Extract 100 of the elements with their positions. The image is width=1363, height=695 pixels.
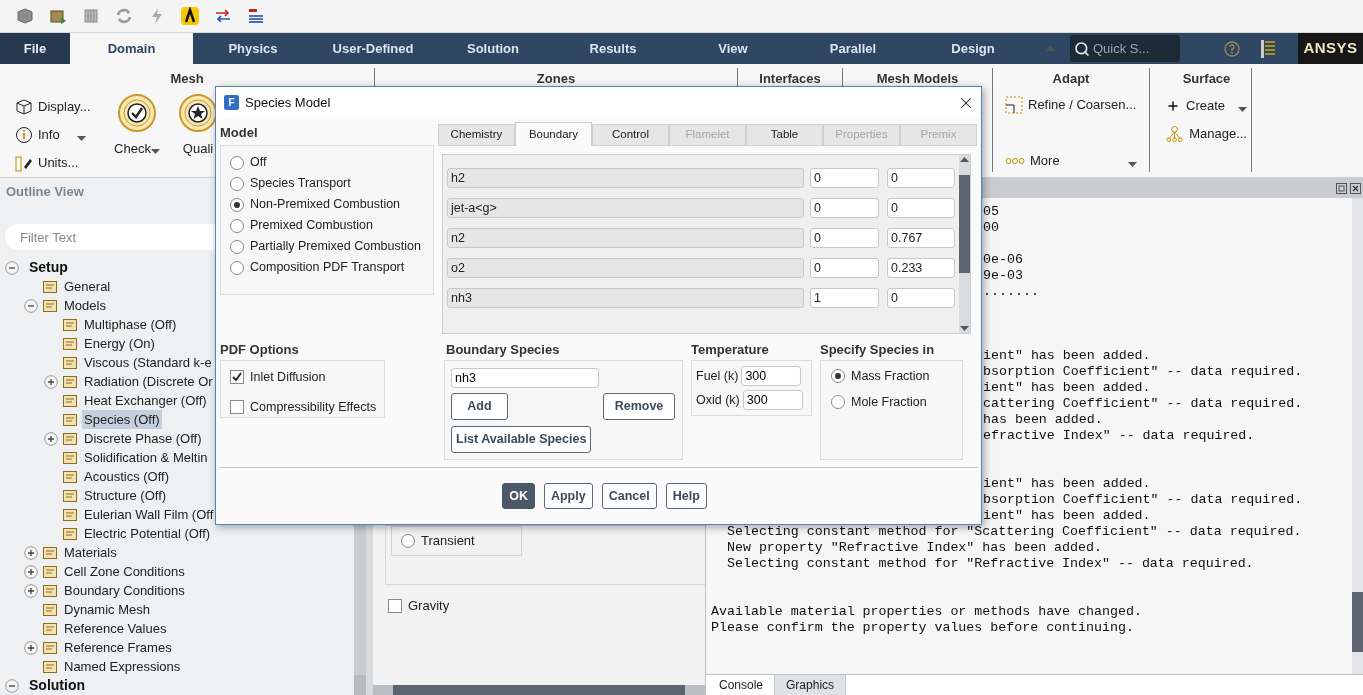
ribbon-button[interactable]: Manage... [1166, 122, 1247, 146]
ribbon-button[interactable]: Info [15, 121, 86, 149]
radio-button[interactable] [831, 395, 845, 410]
tree-item[interactable]: Electric Potential (Off) [82, 524, 213, 543]
caret-icon[interactable] [960, 326, 969, 331]
console-tab[interactable]: Graphics [775, 675, 847, 695]
caret-icon[interactable] [1238, 106, 1247, 112]
tree-item[interactable]: Setup [27, 258, 70, 277]
stack-icon[interactable] [82, 7, 100, 25]
caret-icon[interactable] [960, 157, 969, 162]
ribbon-button[interactable]: Units... [15, 149, 79, 177]
triangle-icon[interactable] [181, 7, 199, 25]
checkbox[interactable] [230, 370, 244, 385]
tree-item[interactable]: Viscous (Standard k-e [82, 353, 214, 372]
tree-item[interactable]: Eulerian Wall Film (Off [82, 505, 216, 524]
species-field[interactable]: nh3 [451, 368, 599, 388]
tree-item[interactable]: Solution [27, 676, 87, 695]
expand-icon[interactable] [24, 545, 38, 560]
collapse-icon[interactable] [5, 678, 19, 693]
quick-search-field[interactable]: Quick S... [1070, 35, 1180, 62]
temperature-field[interactable]: 300 [742, 390, 803, 410]
box-icon[interactable] [49, 7, 67, 25]
tree-item[interactable]: Species (Off) [82, 410, 162, 429]
tree-item[interactable]: Reference Values [62, 619, 169, 638]
tree-item[interactable]: Solidification & Meltin [82, 448, 210, 467]
value-field[interactable]: 0 [810, 168, 879, 188]
checkbox[interactable] [230, 400, 244, 415]
value-field[interactable]: 0 [810, 258, 879, 278]
ribbon-tab[interactable]: Physics [193, 33, 313, 64]
tree-item[interactable]: Cell Zone Conditions [62, 562, 187, 581]
tree-item[interactable]: Discrete Phase (Off) [82, 429, 204, 448]
ribbon-button[interactable]: Check [114, 139, 160, 159]
list-icon[interactable] [1260, 38, 1276, 59]
tree-item[interactable]: Structure (Off) [82, 486, 169, 505]
close-icon[interactable] [1350, 182, 1361, 194]
dialog-tab[interactable]: Table [746, 124, 823, 146]
caret-icon[interactable] [1128, 161, 1137, 167]
radio-button[interactable] [230, 239, 244, 254]
expand-icon[interactable] [24, 640, 38, 655]
restore-icon[interactable] [1336, 182, 1347, 194]
value-field[interactable]: 0 [887, 198, 955, 218]
refresh-icon[interactable] [115, 7, 133, 25]
ribbon-tab[interactable]: User-Defined [313, 33, 433, 64]
dialog-button[interactable]: List Available Species [451, 426, 592, 453]
expand-icon[interactable] [24, 583, 38, 598]
tree-item[interactable]: Boundary Conditions [62, 581, 187, 600]
ribbon-tab[interactable]: Design [913, 33, 1033, 64]
dialog-button[interactable]: Add [451, 393, 508, 420]
collapse-icon[interactable] [5, 260, 19, 275]
cube-icon[interactable] [16, 7, 34, 25]
checkbox[interactable] [388, 598, 402, 613]
caret-icon[interactable] [150, 148, 160, 154]
caret-icon[interactable] [76, 135, 86, 141]
scrollbar[interactable] [1352, 198, 1363, 674]
ribbon-button[interactable]: More [1005, 150, 1137, 172]
dialog-button[interactable]: Help [665, 483, 707, 509]
radio-button[interactable] [831, 369, 845, 384]
scrollbar[interactable] [959, 155, 970, 333]
tree-item[interactable]: Materials [62, 543, 119, 562]
tree-item[interactable]: General [62, 277, 113, 296]
tree-item[interactable]: Acoustics (Off) [82, 467, 171, 486]
value-field[interactable]: 1 [810, 288, 879, 308]
radio-button[interactable] [401, 534, 415, 548]
value-field[interactable]: 0 [810, 228, 879, 248]
ribbon-tab[interactable]: View [673, 33, 793, 64]
radio-button[interactable] [230, 260, 244, 275]
tree-item[interactable]: Heat Exchanger (Off) [82, 391, 209, 410]
lines-icon[interactable] [247, 7, 265, 25]
dialog-button[interactable]: OK [502, 483, 535, 509]
radio-button[interactable] [230, 197, 244, 212]
expand-icon[interactable] [44, 374, 58, 389]
value-field[interactable]: 0.767 [887, 228, 955, 248]
help-icon[interactable] [1224, 40, 1240, 57]
radio-button[interactable] [230, 155, 244, 170]
value-field[interactable]: 0 [887, 288, 955, 308]
arrows-icon[interactable] [214, 7, 232, 25]
collapse-icon[interactable] [24, 298, 38, 313]
expand-icon[interactable] [44, 431, 58, 446]
dialog-tab[interactable]: Control [592, 124, 669, 146]
tree-item[interactable]: Dynamic Mesh [62, 600, 152, 619]
tree-item[interactable]: Reference Frames [62, 638, 174, 657]
ribbon-button[interactable]: Refine / Coarsen... [1005, 94, 1137, 116]
dialog-button[interactable]: Cancel [601, 483, 657, 509]
value-field[interactable]: 0 [887, 168, 955, 188]
ribbon-tab[interactable]: Results [553, 33, 673, 64]
ribbon-tab[interactable]: Solution [433, 33, 553, 64]
temperature-field[interactable]: 300 [741, 366, 802, 386]
horizontal-scrollbar[interactable] [373, 685, 705, 695]
tree-item[interactable]: Models [62, 296, 108, 315]
ribbon-button[interactable]: Display... [15, 93, 91, 121]
tree-item[interactable]: Multiphase (Off) [82, 315, 179, 334]
ribbon-tab[interactable]: Domain [70, 33, 193, 64]
radio-button[interactable] [230, 176, 244, 191]
value-field[interactable]: 0.233 [887, 258, 955, 278]
ribbon-button[interactable]: Quali [182, 139, 214, 159]
tree-item[interactable]: Named Expressions [62, 657, 183, 676]
dialog-button[interactable]: Remove [603, 393, 675, 420]
ribbon-button[interactable]: Create [1166, 94, 1247, 118]
dialog-tab[interactable]: Chemistry [438, 124, 515, 146]
dialog-button[interactable]: Apply [543, 483, 593, 509]
